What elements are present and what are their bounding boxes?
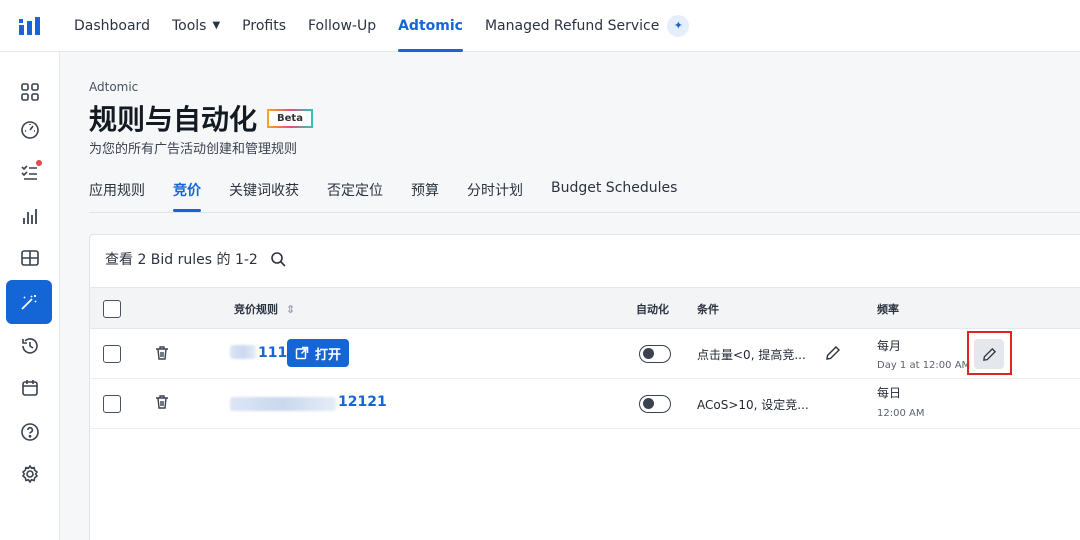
nav-dashboard[interactable]: Dashboard <box>74 0 150 52</box>
table-icon[interactable] <box>10 240 50 276</box>
grid-icon[interactable] <box>10 74 50 110</box>
nav-tools-label: Tools <box>171 17 207 34</box>
tab-budget-schedules[interactable]: Budget Schedules <box>551 174 677 212</box>
column-header-condition: 条件 <box>697 303 719 316</box>
trash-icon[interactable] <box>154 394 170 414</box>
tab-budget[interactable]: 预算 <box>411 174 439 212</box>
nav-dashboard-label: Dashboard <box>74 17 150 34</box>
tab-dayparting[interactable]: 分时计划 <box>467 174 523 212</box>
tab-bid[interactable]: 竞价 <box>173 174 201 212</box>
column-header-frequency: 频率 <box>877 303 899 316</box>
trash-icon[interactable] <box>154 345 170 365</box>
sidebar <box>0 52 60 540</box>
beta-badge: Beta <box>267 108 313 128</box>
automation-toggle[interactable] <box>639 345 671 363</box>
tabs-divider <box>89 212 1080 213</box>
bar-chart-icon[interactable] <box>10 198 50 234</box>
breadcrumb[interactable]: Adtomic <box>89 80 138 94</box>
app-logo-icon[interactable] <box>0 0 60 52</box>
nav-adtomic[interactable]: Adtomic <box>398 0 463 52</box>
column-header-rule[interactable]: 竞价规则 ⇕ <box>234 301 295 317</box>
rule-condition: 点击量<0, 提高竞... <box>697 348 806 362</box>
chevron-down-icon: ▼ <box>212 20 221 31</box>
tab-negative-targeting[interactable]: 否定定位 <box>327 174 383 212</box>
table-summary-text: 查看 2 Bid rules 的 1-2 <box>105 252 258 268</box>
row-checkbox[interactable] <box>103 345 121 363</box>
nav-tools[interactable]: Tools ▼ <box>172 0 220 52</box>
page-title-text: 规则与自动化 <box>89 103 258 136</box>
table-row: 12121 ACoS>10, 设定竞... 每日 12:00 AM <box>90 379 1080 429</box>
top-navigation-bar: Dashboard Tools ▼ Profits Follow-Up Adtom… <box>0 0 1080 52</box>
search-icon[interactable] <box>270 251 286 267</box>
rule-condition: ACoS>10, 设定竞... <box>697 398 809 412</box>
nav-follow-up[interactable]: Follow-Up <box>308 0 376 52</box>
nav-adtomic-label: Adtomic <box>398 17 463 34</box>
rule-tabs: 应用规则 竞价 关键词收获 否定定位 预算 分时计划 Budget Schedu… <box>89 174 705 212</box>
nav-profits[interactable]: Profits <box>242 0 286 52</box>
rule-name-link[interactable]: 12121 <box>338 394 387 410</box>
gauge-icon[interactable] <box>10 112 50 148</box>
redacted-rule-name <box>230 345 256 359</box>
rule-frequency-detail: 12:00 AM <box>877 408 925 419</box>
help-icon[interactable] <box>10 414 50 450</box>
tab-apply-rules[interactable]: 应用规则 <box>89 174 145 212</box>
external-link-icon <box>295 346 309 360</box>
table-summary: 查看 2 Bid rules 的 1-2 <box>105 249 286 269</box>
sparkle-icon: ✦ <box>667 14 690 37</box>
page-title: 规则与自动化 Beta <box>89 98 313 138</box>
edit-condition-pencil-icon[interactable] <box>825 345 841 365</box>
nav-follow-up-label: Follow-Up <box>307 17 377 34</box>
settings-icon[interactable] <box>10 456 50 492</box>
rule-name-link[interactable]: 111 <box>258 345 287 361</box>
nav-managed-refund-label: Managed Refund Service <box>484 17 660 34</box>
rule-frequency: 每日 <box>877 386 902 400</box>
tab-keyword-harvest[interactable]: 关键词收获 <box>229 174 299 212</box>
magic-wand-icon[interactable] <box>6 280 52 324</box>
main-content: Adtomic 规则与自动化 Beta 为您的所有广告活动创建和管理规则 应用规… <box>60 52 1080 540</box>
notification-dot <box>36 160 42 166</box>
table-header: 竞价规则 ⇕ 自动化 条件 频率 <box>90 287 1080 329</box>
rule-frequency-detail: Day 1 at 12:00 AM <box>877 360 971 371</box>
history-icon[interactable] <box>10 328 50 364</box>
calendar-icon[interactable] <box>10 370 50 406</box>
rule-frequency: 每月 <box>877 339 902 353</box>
select-all-checkbox[interactable] <box>103 300 121 318</box>
redacted-rule-name <box>230 397 336 411</box>
highlight-box <box>967 331 1012 375</box>
nav-managed-refund-service[interactable]: Managed Refund Service ✦ <box>484 0 690 52</box>
checklist-icon[interactable] <box>10 154 50 190</box>
nav-profits-label: Profits <box>242 17 286 34</box>
open-rule-label: 打开 <box>315 347 342 363</box>
sort-icon[interactable]: ⇕ <box>286 303 295 316</box>
row-checkbox[interactable] <box>103 395 121 413</box>
column-header-rule-label: 竞价规则 <box>234 303 278 316</box>
rules-table-card: 查看 2 Bid rules 的 1-2 竞价规则 ⇕ 自动化 条件 频率 11… <box>89 234 1080 540</box>
automation-toggle[interactable] <box>639 395 671 413</box>
table-row: 111 打开 点击量<0, 提高竞... 每月 Day 1 at 12:00 A… <box>90 329 1080 379</box>
page-subtitle: 为您的所有广告活动创建和管理规则 <box>89 142 298 157</box>
open-rule-button[interactable]: 打开 <box>287 339 350 367</box>
column-header-automation: 自动化 <box>636 303 669 316</box>
